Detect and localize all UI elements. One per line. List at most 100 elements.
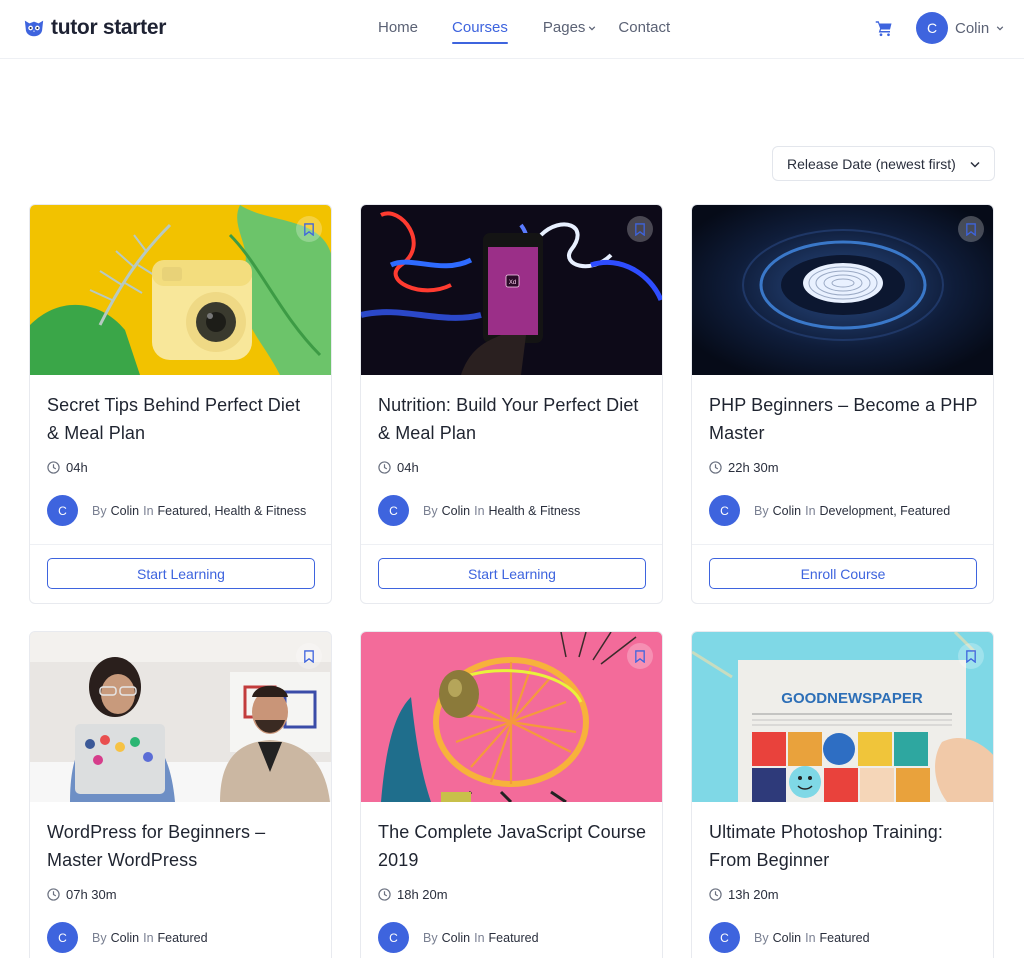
nav-home[interactable]: Home	[378, 19, 418, 36]
course-duration-text: 18h 20m	[397, 887, 448, 902]
logo-text: tutor starter	[51, 16, 167, 39]
main-nav: Home Courses Pages Contact	[378, 19, 670, 44]
category-separator: ,	[207, 503, 215, 518]
start-learning-button[interactable]: Start Learning	[47, 558, 315, 589]
category-link[interactable]: Development	[820, 504, 894, 518]
course-thumbnail[interactable]	[30, 632, 331, 802]
chevron-down-icon	[589, 25, 596, 30]
course-duration-text: 07h 30m	[66, 887, 117, 902]
category-link[interactable]: Featured	[820, 931, 870, 945]
cart-icon[interactable]	[875, 19, 893, 37]
bookmark-icon	[966, 222, 976, 236]
author-link[interactable]: Colin	[442, 504, 471, 518]
course-title[interactable]: The Complete JavaScript Course 2019	[378, 818, 648, 874]
bookmark-icon	[635, 649, 645, 663]
course-title[interactable]: Secret Tips Behind Perfect Diet & Meal P…	[47, 391, 317, 447]
category-link[interactable]: Health & Fitness	[215, 504, 307, 518]
category-link[interactable]: Featured	[158, 504, 208, 518]
bookmark-icon	[635, 222, 645, 236]
author-link[interactable]: Colin	[773, 504, 802, 518]
card-divider	[692, 544, 993, 545]
in-text: In	[474, 503, 485, 518]
by-text: By	[423, 503, 438, 518]
thumbnail-image	[30, 205, 331, 375]
bookmark-button[interactable]	[627, 216, 653, 242]
author-link[interactable]: Colin	[442, 931, 471, 945]
nav-pages[interactable]: Pages	[543, 19, 597, 36]
avatar: C	[709, 495, 740, 526]
sort-select[interactable]: Release Date (newest first)	[772, 146, 995, 181]
course-duration: 18h 20m	[378, 887, 448, 902]
by-text: By	[754, 503, 769, 518]
course-card: The Complete JavaScript Course 2019 18h …	[360, 631, 663, 958]
bookmark-button[interactable]	[296, 643, 322, 669]
bookmark-button[interactable]	[296, 216, 322, 242]
nav-pages-label: Pages	[542, 19, 586, 36]
course-author-line: C By Colin In Featured	[378, 922, 539, 953]
category-separator: ,	[893, 503, 901, 518]
course-duration: 13h 20m	[709, 887, 779, 902]
by-text: By	[423, 930, 438, 945]
course-author-line: C By Colin In Health & Fitness	[378, 495, 580, 526]
course-thumbnail[interactable]	[30, 205, 331, 375]
course-thumbnail[interactable]: Xd	[361, 205, 662, 375]
user-menu[interactable]: C Colin	[916, 12, 1004, 44]
in-text: In	[474, 930, 485, 945]
avatar: C	[709, 922, 740, 953]
nav-courses[interactable]: Courses	[452, 19, 508, 44]
sort-selected-label: Release Date (newest first)	[787, 155, 956, 172]
nav-courses-label: Courses	[452, 19, 508, 36]
course-title[interactable]: WordPress for Beginners – Master WordPre…	[47, 818, 317, 874]
course-author-line: C By Colin In Featured, Health & Fitness	[47, 495, 306, 526]
nav-home-label: Home	[378, 19, 419, 36]
in-text: In	[143, 930, 154, 945]
course-duration-text: 22h 30m	[728, 460, 779, 475]
clock-icon	[378, 461, 391, 474]
bookmark-button[interactable]	[958, 643, 984, 669]
category-link[interactable]: Featured	[489, 931, 539, 945]
course-thumbnail[interactable]	[361, 632, 662, 802]
in-text: In	[805, 503, 816, 518]
course-card: WordPress for Beginners – Master WordPre…	[29, 631, 332, 958]
card-divider	[30, 544, 331, 545]
author-link[interactable]: Colin	[773, 931, 802, 945]
bookmark-button[interactable]	[958, 216, 984, 242]
clock-icon	[709, 888, 722, 901]
site-logo[interactable]: tutor starter	[23, 16, 166, 40]
course-title[interactable]: Ultimate Photoshop Training: From Beginn…	[709, 818, 979, 874]
course-title[interactable]: PHP Beginners – Become a PHP Master	[709, 391, 979, 447]
clock-icon	[378, 888, 391, 901]
course-title[interactable]: Nutrition: Build Your Perfect Diet & Mea…	[378, 391, 648, 447]
enroll-course-button[interactable]: Enroll Course	[709, 558, 977, 589]
course-thumbnail[interactable]	[692, 205, 993, 375]
chevron-down-icon	[970, 161, 980, 168]
category-link[interactable]: Health & Fitness	[489, 504, 581, 518]
category-link[interactable]: Featured	[158, 931, 208, 945]
course-duration: 04h	[47, 460, 88, 475]
bookmark-icon	[304, 649, 314, 663]
course-card: GOODNEWSPAPER Ultimate Photoshop Trainin…	[691, 631, 994, 958]
category-link[interactable]: Featured	[900, 504, 950, 518]
course-author-line: C By Colin In Development, Featured	[709, 495, 950, 526]
start-learning-button[interactable]: Start Learning	[378, 558, 646, 589]
course-thumbnail[interactable]: GOODNEWSPAPER	[692, 632, 993, 802]
thumbnail-image	[30, 632, 331, 802]
thumbnail-image	[692, 205, 993, 375]
by-text: By	[92, 503, 107, 518]
course-duration: 07h 30m	[47, 887, 117, 902]
bookmark-button[interactable]	[627, 643, 653, 669]
course-card: Xd Nutrition: Build Your Perfect Diet & …	[360, 204, 663, 604]
course-duration: 22h 30m	[709, 460, 779, 475]
nav-contact-label: Contact	[618, 19, 671, 36]
avatar: C	[47, 922, 78, 953]
clock-icon	[47, 888, 60, 901]
by-text: By	[92, 930, 107, 945]
phone-app-label: Xd	[509, 280, 516, 286]
in-text: In	[805, 930, 816, 945]
nav-contact[interactable]: Contact	[618, 19, 670, 36]
author-link[interactable]: Colin	[111, 504, 140, 518]
avatar: C	[378, 495, 409, 526]
user-name: Colin	[955, 19, 990, 37]
author-link[interactable]: Colin	[111, 931, 140, 945]
owl-logo-icon	[24, 20, 44, 37]
